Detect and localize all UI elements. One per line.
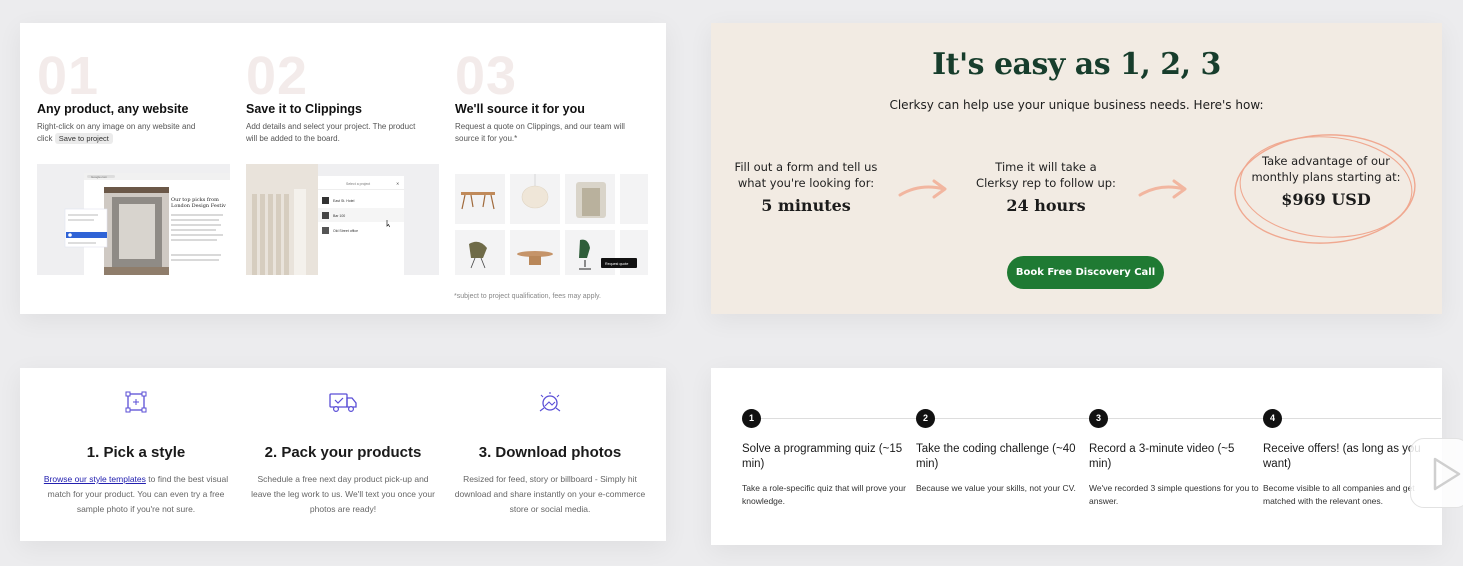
browser-bar-text: Google.com	[91, 175, 108, 179]
step-title: Record a 3-minute video (~5 min)	[1089, 443, 1235, 470]
step-description: Resized for feed, story or billboard - S…	[454, 474, 646, 514]
photo-steps-card: 1. Pick a style Browse our style templat…	[20, 368, 666, 541]
step-title: Solve a programming quiz (~15 min)	[742, 443, 903, 470]
project-item[interactable]: Old Street office	[333, 229, 358, 233]
step-title: Any product, any website	[37, 102, 189, 116]
step-number-badge: 2	[916, 409, 935, 428]
step-value: 24 hours	[1006, 196, 1086, 215]
arrow-right-icon	[898, 179, 947, 199]
step-title: Take the coding challenge (~40 min)	[916, 443, 1076, 470]
crop-frame-icon	[125, 391, 147, 413]
step-number-badge: 1	[742, 409, 761, 428]
product-grid-illustration: Request quote	[455, 174, 648, 275]
step-description: Take a role-specific quiz that will prov…	[742, 483, 906, 506]
close-icon: ✕	[396, 181, 399, 186]
step-description: Right-click on any image on any website …	[37, 121, 212, 144]
clerksy-card: It's easy as 1, 2, 3 Clerksy can help us…	[711, 23, 1442, 314]
video-play-button[interactable]	[1410, 438, 1463, 508]
step-description: Browse our style templates to find the b…	[40, 472, 232, 517]
project-select-mock-image: Select a project ✕ East St. Hotel Bar 10…	[246, 164, 439, 275]
clerksy-step-3: Take advantage of our monthly plans star…	[1231, 153, 1421, 209]
step-description: Request a quote on Clippings, and our te…	[455, 122, 625, 143]
clippings-card: 01 Any product, any website Right-click …	[20, 23, 666, 314]
clerksy-step-2: Time it will take a Clerksy rep to follo…	[951, 159, 1141, 215]
project-item[interactable]: East St. Hotel	[333, 199, 355, 203]
coding-steps-card: 1 Solve a programming quiz (~15 min) Tak…	[711, 368, 1442, 545]
step-description: Add details and select your project. The…	[246, 122, 416, 143]
step-value: 5 minutes	[761, 196, 851, 215]
step-title: 2. Pack your products	[264, 444, 422, 461]
step-number: 02	[246, 46, 309, 106]
save-to-project-chip[interactable]: Save to project	[54, 132, 113, 144]
step-title: 1. Pick a style	[86, 444, 186, 461]
clip-step-1: 01 Any product, any website Right-click …	[20, 23, 230, 314]
step-value: $969 USD	[1281, 190, 1371, 209]
delivery-truck-icon	[329, 393, 357, 413]
step-title: 3. Download photos	[478, 444, 622, 461]
browser-mock-image: Google.com Our top picks from London Des…	[37, 164, 230, 275]
download-photo-icon	[539, 392, 561, 412]
svg-text:London Design Festiv: London Design Festiv	[171, 203, 226, 209]
browser-mock-illustration: Google.com Our top picks from London Des…	[64, 173, 230, 275]
clip-step-2: 02 Save it to Clippings Add details and …	[229, 23, 439, 314]
step-number: 01	[37, 46, 100, 106]
arrow-right-icon	[1138, 179, 1187, 199]
section-subtitle: Clerksy can help use your unique busines…	[889, 98, 1264, 112]
step-description: We've recorded 3 simple questions for yo…	[1089, 483, 1259, 506]
step-title: We'll source it for you	[455, 102, 585, 116]
step-label: Fill out a form and tell us what you're …	[734, 160, 878, 190]
browse-style-templates-link[interactable]: Browse our style templates	[44, 474, 146, 484]
clip-step-3: 03 We'll source it for you Request a quo…	[438, 23, 648, 314]
step-title: Receive offers! (as long as you want)	[1263, 443, 1421, 470]
book-discovery-call-button[interactable]: Book Free Discovery Call	[1007, 256, 1164, 289]
product-grid-image: Request quote	[455, 164, 648, 275]
step-description: Because we value your skills, not your C…	[916, 483, 1076, 493]
select-project-label: Select a project	[346, 182, 370, 186]
step-label: Take advantage of our monthly plans star…	[1251, 154, 1401, 184]
play-icon	[1433, 457, 1461, 491]
step-number: 03	[455, 46, 518, 106]
step-description: Schedule a free next day product pick-up…	[251, 474, 435, 514]
project-item[interactable]: Bar 100	[333, 214, 345, 218]
project-select-illustration: Select a project ✕ East St. Hotel Bar 10…	[246, 164, 404, 275]
section-title: It's easy as 1, 2, 3	[932, 47, 1221, 82]
step-description: Become visible to all companies and get …	[1263, 483, 1415, 506]
step-title: Save it to Clippings	[246, 102, 362, 116]
step-number-badge: 4	[1263, 409, 1282, 428]
clerksy-step-1: Fill out a form and tell us what you're …	[711, 159, 901, 215]
request-quote-button[interactable]: Request quote	[605, 262, 628, 266]
step-number-badge: 3	[1089, 409, 1108, 428]
step-label: Time it will take a Clerksy rep to follo…	[976, 160, 1116, 190]
footnote: *subject to project qualification, fees …	[454, 293, 601, 300]
